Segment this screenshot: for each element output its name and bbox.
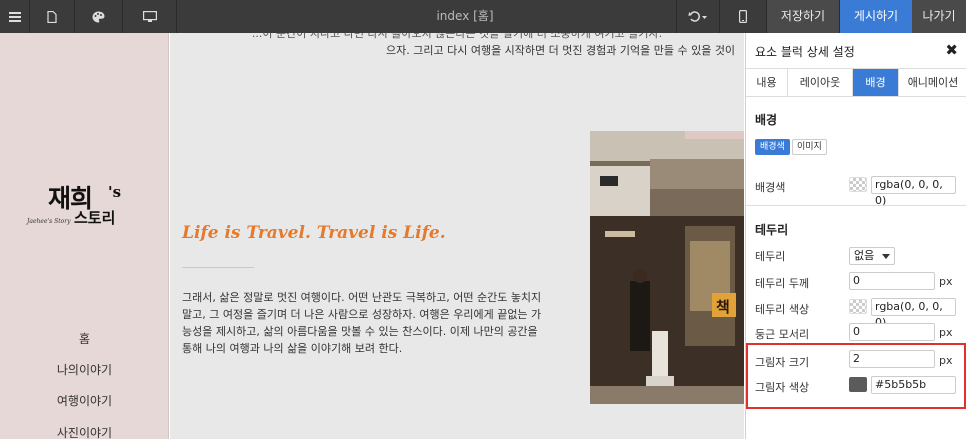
tab-background[interactable]: 배경 [853,69,899,96]
page-title: index [홈] [436,9,494,23]
border-color-label: 테두리 색상 [755,303,810,316]
photo-sign-text: 책 [716,298,730,316]
border-width-unit: px [939,275,953,288]
border-radius-label: 둥근 모서리 [755,328,810,341]
border-style-value: 없음 [854,249,875,262]
border-color-swatch[interactable] [849,299,867,314]
exit-button[interactable]: 나가기 [912,0,966,33]
shadow-size-unit: px [939,354,953,367]
editor-canvas: ...이 순간이 지나고 나면 다시 돌아오지 않는다는 것을 알기에 더 소중… [170,33,744,439]
chevron-down-icon [882,254,890,259]
border-section-title: 테두리 [755,223,789,237]
headline-divider [182,267,254,268]
body-line: 능성을 제시하고, 삶의 아름다움을 맛볼 수 있는 찬스이다. 이제 나만의 … [182,325,538,338]
site-navigation: 재희 's 스토리 Jaehee's Story 홈 나의이야기 여행이야기 사… [0,33,169,441]
shadow-size-input[interactable]: 2 [849,350,935,368]
background-color-input[interactable]: rgba(0, 0, 0, 0) [871,176,956,207]
publish-button[interactable]: 게시하기 [840,0,912,33]
border-radius-input[interactable]: 0 [849,323,935,341]
tab-animation[interactable]: 애니메이션 [899,69,966,96]
mobile-phone-icon[interactable] [720,0,767,33]
document-icon[interactable] [30,0,75,33]
shadow-size-label: 그림자 크기 [755,356,810,369]
monitor-icon[interactable] [123,0,177,33]
save-button[interactable]: 저장하기 [767,0,840,33]
nav-item-home[interactable]: 홈 [0,330,169,347]
tab-layout[interactable]: 레이아웃 [788,69,853,96]
close-icon[interactable]: ✖ [945,41,958,59]
tab-content[interactable]: 내용 [746,69,788,96]
block-settings-panel: 요소 블럭 상세 설정 ✖ 내용 레이아웃 배경 애니메이션 배경 배경색 이미… [745,33,966,439]
top-toolbar: index [홈] 저장하기 게시하기 나가기 [0,0,966,33]
nav-item-my-story[interactable]: 나의이야기 [0,361,169,378]
nav-item-photo-story[interactable]: 사진이야기 [0,424,169,441]
border-style-label: 테두리 [755,250,786,263]
street-shop-photo[interactable]: 책 [590,131,744,404]
background-image-chip[interactable]: 이미지 [792,139,827,155]
shadow-color-label: 그림자 색상 [755,381,810,394]
border-style-select[interactable]: 없음 [849,247,895,265]
body-line: 말고, 그 여정을 즐기며 더 나은 사람으로 성장하자. 여행은 우리에게 끝… [182,308,542,321]
nav-item-travel-story[interactable]: 여행이야기 [0,392,169,409]
section-body-text[interactable]: 그래서, 삶은 정말로 멋진 여행이다. 어떤 난관도 극복하고, 어떤 순간도… [182,289,554,357]
background-section-title: 배경 [755,113,778,127]
border-width-input[interactable]: 0 [849,272,935,290]
border-radius-unit: px [939,326,953,339]
settings-tabs: 내용 레이아웃 배경 애니메이션 [746,68,966,97]
palette-icon[interactable] [75,0,123,33]
body-line: 그래서, 삶은 정말로 멋진 여행이다. 어떤 난관도 극복하고, 어떤 순간도… [182,291,542,304]
logo-story-text: 스토리 [74,209,116,227]
border-color-input[interactable]: rgba(0, 0, 0, 0) [871,298,956,329]
shadow-color-input[interactable]: #5b5b5b [871,376,956,394]
site-logo[interactable]: 재희 's 스토리 Jaehee's Story [26,179,146,261]
logo-script-text: Jaehee's Story [27,218,71,225]
background-color-label: 배경색 [755,181,786,194]
body-line: 통해 나의 여행과 나의 삶을 이야기해 보려 한다. [182,342,403,355]
panel-title: 요소 블럭 상세 설정 [755,45,855,59]
background-color-swatch[interactable] [849,177,867,192]
intro-text-line: 으자. 그리고 다시 여행을 시작하면 더 멋진 경험과 기억을 만들 수 있을… [386,44,736,57]
shadow-color-swatch[interactable] [849,377,867,392]
logo-suffix-text: 's [108,183,122,201]
hamburger-menu-icon[interactable] [0,0,30,33]
intro-text-clipped: ...이 순간이 지나고 나면 다시 돌아오지 않는다는 것을 알기에 더 소중… [251,33,663,40]
section-headline[interactable]: Life is Travel. Travel is Life. [182,223,446,243]
border-width-label: 테두리 두께 [755,277,810,290]
undo-icon[interactable] [676,0,720,33]
background-color-chip[interactable]: 배경색 [755,139,790,155]
